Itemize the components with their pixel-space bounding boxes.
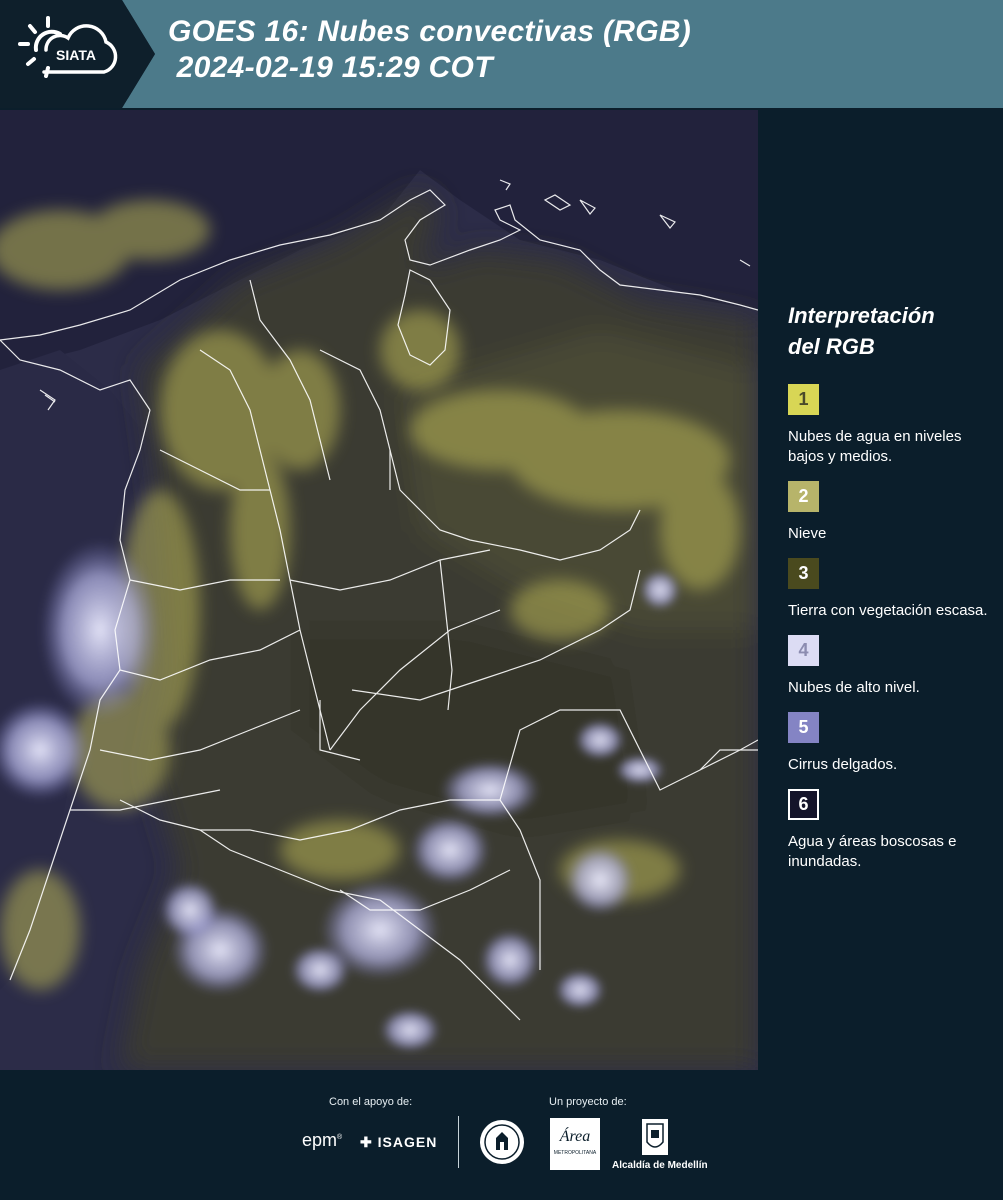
header-bar: GOES 16: Nubes convectivas (RGB) 2024-02… [120,0,1003,108]
title-line-2: 2024-02-19 15:29 COT [168,51,493,84]
legend-swatch-6: 6 [788,789,819,820]
siata-logo: SIATA [0,0,155,108]
legend-title: Interpretación del RGB [788,303,935,359]
page-title: GOES 16: Nubes convectivas (RGB) 2024-02… [168,14,691,86]
alcaldia-shield-icon [641,1118,669,1161]
legend-item-2: 2 Nieve [788,481,988,544]
legend-swatch-5: 5 [788,712,819,743]
legend-items: 1 Nubes de agua en niveles bajos y medios… [788,384,988,872]
medellin-seal-icon [478,1118,526,1171]
legend-item-3: 3 Tierra con vegetación escasa. [788,558,988,621]
satellite-map[interactable] [0,110,758,1070]
legend-label-5: Cirrus delgados. [788,756,898,773]
legend-label-1: Nubes de agua en niveles bajos y medios. [788,428,962,465]
support-label: Con el apoyo de: [329,1096,413,1108]
footer-divider [458,1116,459,1168]
legend-swatch-4: 4 [788,635,819,666]
legend-item-4: 4 Nubes de alto nivel. [788,635,988,698]
footer: Con el apoyo de: Un proyecto de: epm® ✚ … [0,1070,1003,1200]
legend-label-3: Tierra con vegetación escasa. [788,602,988,619]
sun-cloud-icon: SIATA [18,16,118,78]
area-metropolitana-logo: Área METROPOLITANA [550,1118,600,1170]
legend-item-1: 1 Nubes de agua en niveles bajos y medios… [788,384,988,467]
legend-item-6: 6 Agua y áreas boscosas e inundadas. [788,789,988,872]
legend: Interpretación del RGB 1 Nubes de agua en… [788,300,988,886]
legend-item-5: 5 Cirrus delgados. [788,712,988,775]
legend-swatch-1: 1 [788,384,819,415]
legend-swatch-3: 3 [788,558,819,589]
isagen-mark-icon: ✚ [360,1134,378,1150]
title-line-1: GOES 16: Nubes convectivas (RGB) [168,15,692,48]
legend-label-6: Agua y áreas boscosas e inundadas. [788,833,957,870]
legend-label-2: Nieve [788,525,827,542]
epm-logo: epm® [302,1130,343,1150]
alcaldia-label: Alcaldía de Medellín [612,1160,708,1171]
legend-swatch-2: 2 [788,481,819,512]
legend-label-4: Nubes de alto nivel. [788,679,920,696]
svg-text:SIATA: SIATA [56,47,96,63]
isagen-logo: ✚ ISAGEN [360,1134,438,1150]
satellite-rgb-map [0,110,758,1070]
project-label: Un proyecto de: [549,1096,627,1108]
